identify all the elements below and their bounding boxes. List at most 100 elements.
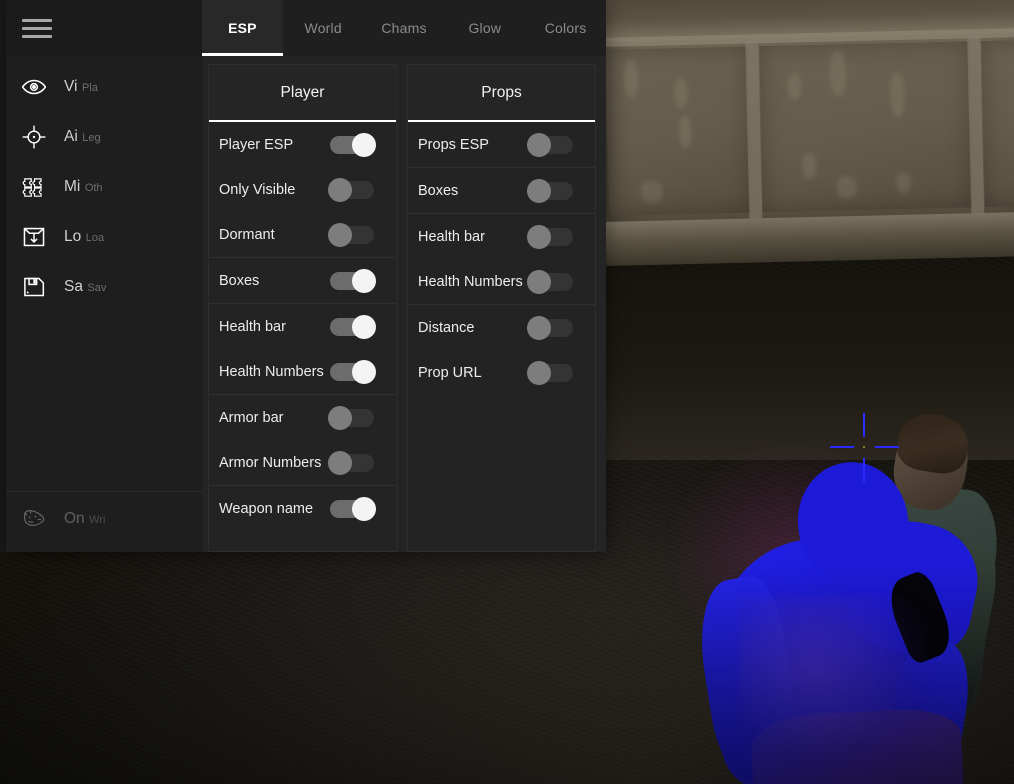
setting-group: Health bar Health Numbers <box>209 304 396 395</box>
wall-stain <box>678 115 692 149</box>
eye-icon <box>20 73 48 101</box>
wall-stain <box>674 77 688 109</box>
toggle-weapon-name[interactable] <box>330 496 376 521</box>
setting-label: Health Numbers <box>418 273 523 290</box>
setting-label: Dormant <box>219 226 275 243</box>
settings-columns: Player Player ESP Only Visible Dormant B… <box>202 56 606 552</box>
column-header-player: Player <box>209 65 396 122</box>
crosshair-icon <box>20 123 48 151</box>
sidebar-item-misc[interactable]: Mi Oth <box>6 162 202 212</box>
column-player: Player Player ESP Only Visible Dormant B… <box>208 64 397 552</box>
cheat-menu-window: Vi Pla Ai Leg Mi Oth Lo Loa Sa Sav On Wr… <box>6 0 606 552</box>
crosshair-line-right <box>875 446 899 448</box>
sidebar-item-credits[interactable]: On Wri <box>6 494 202 544</box>
scene-bottom-shadow <box>0 564 1014 784</box>
setting-row-player-health-bar[interactable]: Health bar <box>209 304 396 349</box>
setting-label: Health bar <box>219 318 286 335</box>
setting-group: Distance Prop URL <box>408 305 595 395</box>
column-title: Props <box>481 83 522 101</box>
puzzle-icon <box>20 173 48 201</box>
tab-world[interactable]: World <box>283 0 364 56</box>
sidebar-item-title: Lo <box>64 228 82 245</box>
toggle-player-esp[interactable] <box>330 132 376 157</box>
sidebar-item-visuals[interactable]: Vi Pla <box>6 62 202 112</box>
wall-stain <box>896 172 911 194</box>
toggle-distance[interactable] <box>527 315 573 340</box>
tab-label: World <box>304 20 342 36</box>
setting-row-armor-bar[interactable]: Armor bar <box>209 395 396 440</box>
setting-group: Health bar Health Numbers <box>408 214 595 305</box>
toggle-armor-bar[interactable] <box>328 405 374 430</box>
toggle-armor-numbers[interactable] <box>328 450 374 475</box>
setting-label: Boxes <box>219 272 260 289</box>
setting-group: Armor bar Armor Numbers <box>209 395 396 486</box>
tab-esp[interactable]: ESP <box>202 0 283 56</box>
toggle-props-esp[interactable] <box>527 132 573 157</box>
setting-label: Armor bar <box>219 409 284 426</box>
toggle-player-health-numbers[interactable] <box>330 359 376 384</box>
tab-label: Chams <box>381 20 427 36</box>
toggle-props-health-numbers[interactable] <box>527 269 573 294</box>
setting-row-player-esp[interactable]: Player ESP <box>209 122 396 167</box>
tab-label: Glow <box>468 20 502 36</box>
toggle-dormant[interactable] <box>328 222 374 247</box>
setting-label: Boxes <box>418 182 459 199</box>
tab-colors[interactable]: Colors <box>525 0 606 56</box>
crosshair-line-left <box>830 446 854 448</box>
setting-row-armor-numbers[interactable]: Armor Numbers <box>209 440 396 485</box>
setting-row-props-esp[interactable]: Props ESP <box>408 122 595 167</box>
hamburger-icon <box>22 14 52 43</box>
toggle-player-health-bar[interactable] <box>330 314 376 339</box>
sidebar-item-subtitle: Leg <box>82 132 101 144</box>
setting-row-props-health-bar[interactable]: Health bar <box>408 214 595 259</box>
floppy-icon <box>20 273 48 301</box>
toggle-player-boxes[interactable] <box>330 268 376 293</box>
sidebar-item-title: Mi <box>64 178 81 195</box>
sidebar-item-subtitle: Sav <box>87 282 107 294</box>
tab-chams[interactable]: Chams <box>364 0 445 56</box>
sidebar-item-title: Ai <box>64 128 78 145</box>
toggle-only-visible[interactable] <box>328 177 374 202</box>
sidebar: Vi Pla Ai Leg Mi Oth Lo Loa Sa Sav On Wr… <box>6 0 202 552</box>
screen-root: Vi Pla Ai Leg Mi Oth Lo Loa Sa Sav On Wr… <box>0 0 1014 784</box>
toggle-props-boxes[interactable] <box>527 178 573 203</box>
setting-row-distance[interactable]: Distance <box>408 305 595 350</box>
sidebar-item-title: Sa <box>64 278 83 295</box>
sidebar-item-load[interactable]: Lo Loa <box>6 212 202 262</box>
setting-row-player-health-numbers[interactable]: Health Numbers <box>209 349 396 394</box>
doge-icon <box>20 505 48 533</box>
wall-stain <box>801 152 817 180</box>
tab-glow[interactable]: Glow <box>444 0 525 56</box>
wall-stain <box>640 180 663 204</box>
setting-row-props-boxes[interactable]: Boxes <box>408 168 595 213</box>
setting-row-dormant[interactable]: Dormant <box>209 212 396 257</box>
setting-row-only-visible[interactable]: Only Visible <box>209 167 396 212</box>
menu-panel: ESP World Chams Glow Colors Player Playe… <box>202 0 606 552</box>
toggle-prop-url[interactable] <box>527 360 573 385</box>
column-body-player: Player ESP Only Visible Dormant Boxes He… <box>209 122 396 551</box>
setting-row-prop-url[interactable]: Prop URL <box>408 350 595 395</box>
setting-label: Weapon name <box>219 500 314 517</box>
setting-row-props-health-numbers[interactable]: Health Numbers <box>408 259 595 304</box>
sidebar-item-save[interactable]: Sa Sav <box>6 262 202 312</box>
sidebar-item-aimbot[interactable]: Ai Leg <box>6 112 202 162</box>
column-title: Player <box>280 83 325 101</box>
tab-bar: ESP World Chams Glow Colors <box>202 0 606 56</box>
scene-back-wall <box>600 0 1014 266</box>
setting-row-weapon-name[interactable]: Weapon name <box>209 486 396 531</box>
tab-label: Colors <box>544 20 587 36</box>
setting-label: Props ESP <box>418 136 489 153</box>
setting-label: Armor Numbers <box>219 454 322 471</box>
crosshair-center-dot <box>863 446 865 448</box>
toggle-props-health-bar[interactable] <box>527 224 573 249</box>
sidebar-footer-subtitle: Wri <box>89 514 106 526</box>
column-header-props: Props <box>408 65 595 122</box>
sidebar-item-title: Vi <box>64 78 78 95</box>
hamburger-menu-button[interactable] <box>6 0 202 56</box>
sidebar-footer-title: On <box>64 510 85 527</box>
sidebar-item-subtitle: Pla <box>81 82 98 94</box>
wall-stain <box>787 73 802 100</box>
wall-stain <box>836 176 857 199</box>
sidebar-footer: On Wri <box>6 491 202 552</box>
setting-row-player-boxes[interactable]: Boxes <box>209 258 396 303</box>
